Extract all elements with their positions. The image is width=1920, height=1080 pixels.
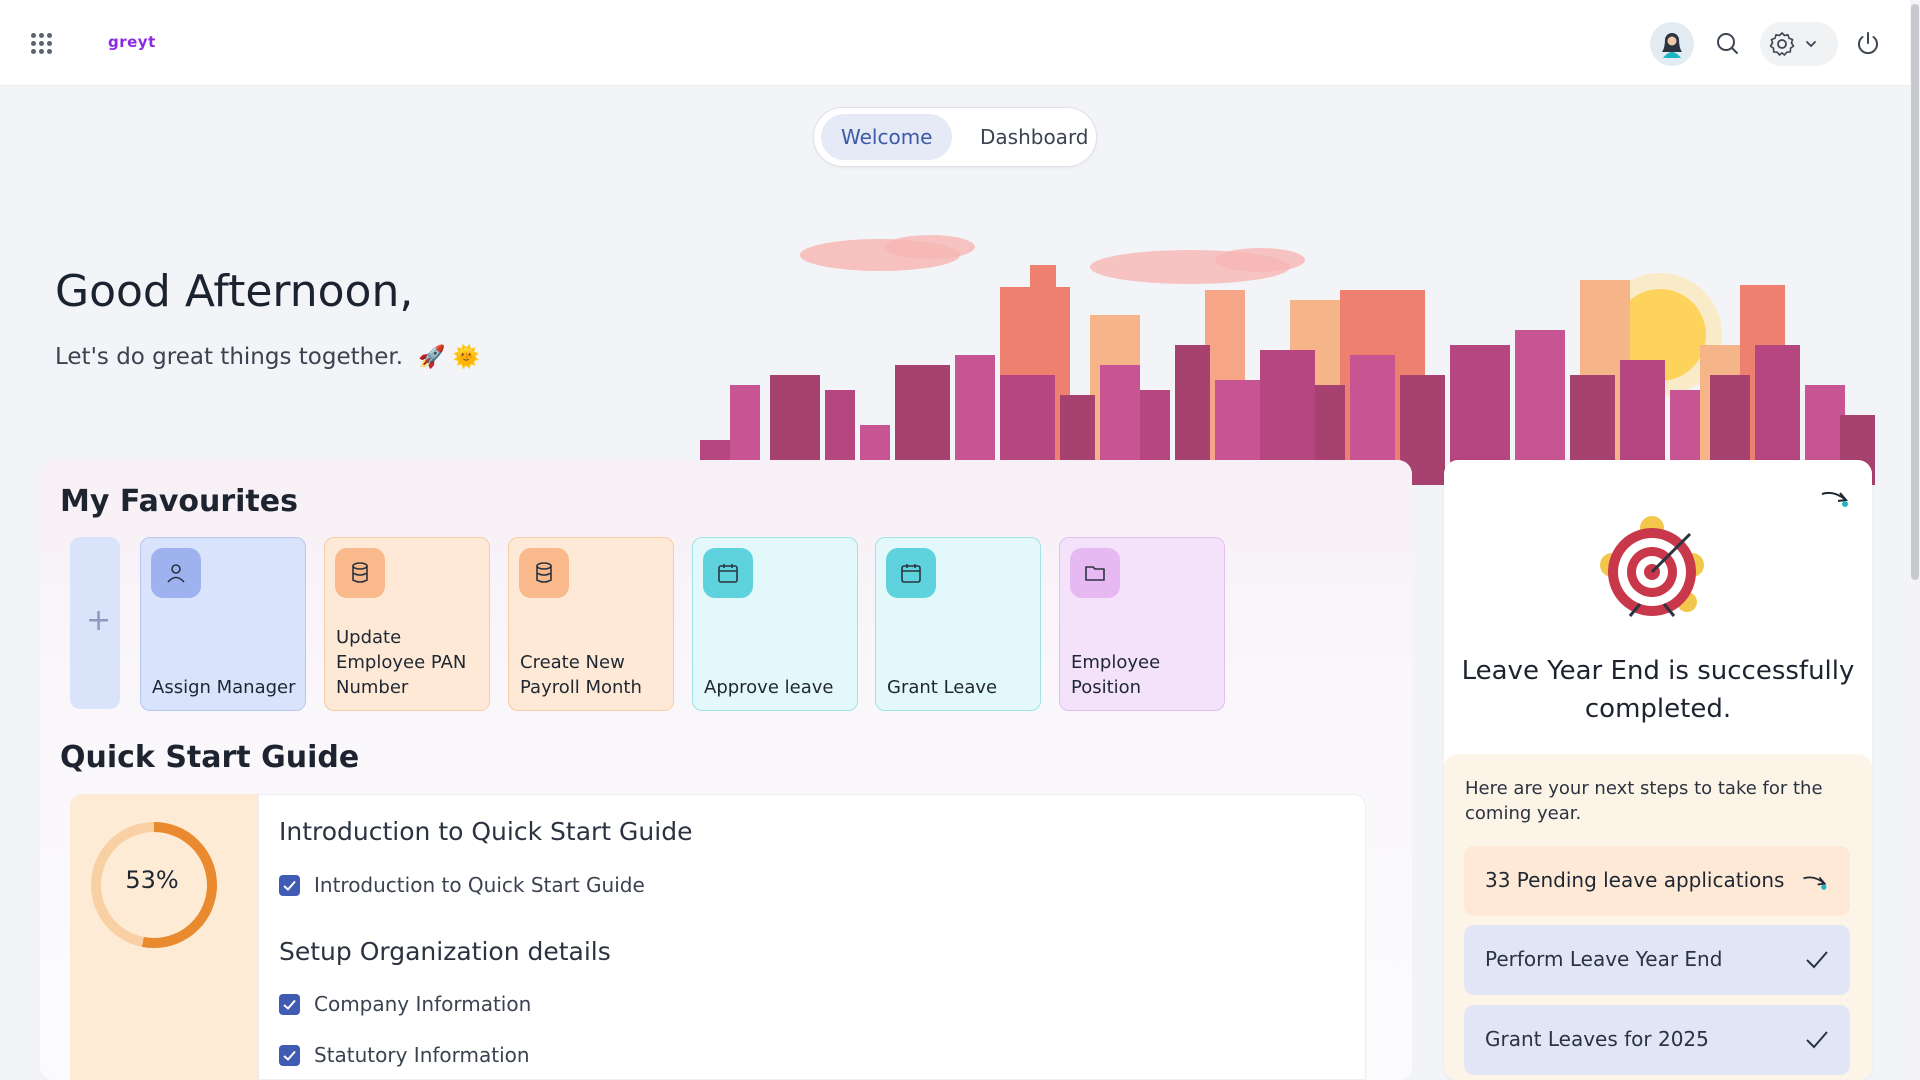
qs-checklist-item: Introduction to Quick Start Guide	[279, 873, 645, 897]
arrow-icon[interactable]	[1818, 484, 1852, 510]
folder-icon	[1070, 548, 1120, 598]
qs-item-label: Company Information	[314, 992, 532, 1016]
gear-icon	[1769, 32, 1795, 56]
calendar-icon	[703, 548, 753, 598]
step-label: Grant Leaves for 2025	[1485, 1027, 1709, 1051]
chevron-down-icon	[1806, 41, 1816, 48]
step-label: 33 Pending leave applications	[1485, 868, 1785, 892]
favourite-employee-position[interactable]: Employee Position	[1059, 537, 1225, 711]
step-label: Perform Leave Year End	[1485, 947, 1723, 971]
view-toggle: Welcome Dashboard	[813, 107, 1097, 167]
qs-section-heading: Setup Organization details	[279, 937, 611, 966]
next-steps-text: Here are your next steps to take for the…	[1465, 778, 1823, 824]
qs-checklist-item: Statutory Information	[279, 1043, 530, 1067]
checkbox-checked[interactable]	[279, 1045, 300, 1066]
step-grant-leaves[interactable]: Grant Leaves for 2025	[1464, 1005, 1850, 1075]
apps-grid-icon[interactable]	[28, 30, 54, 56]
logout-button[interactable]	[1846, 22, 1890, 66]
tab-dashboard[interactable]: Dashboard	[960, 114, 1109, 160]
database-icon	[519, 548, 569, 598]
checkbox-checked[interactable]	[279, 875, 300, 896]
leave-year-title: Leave Year End is successfully completed…	[1461, 656, 1855, 724]
favourite-approve-leave[interactable]: Approve leave	[692, 537, 858, 711]
check-icon	[1806, 1031, 1828, 1049]
favourite-update-pan[interactable]: Update Employee PAN Number	[324, 537, 490, 711]
quick-start-checklist: Introduction to Quick Start Guide Introd…	[258, 794, 1366, 1080]
favourites-title: My Favourites	[60, 484, 298, 519]
quick-start-title: Quick Start Guide	[60, 740, 360, 775]
favourite-create-payroll[interactable]: Create New Payroll Month	[508, 537, 674, 711]
tab-welcome[interactable]: Welcome	[821, 114, 953, 160]
power-icon	[1858, 32, 1878, 55]
favourite-grant-leave[interactable]: Grant Leave	[875, 537, 1041, 711]
qs-section-heading: Introduction to Quick Start Guide	[279, 817, 693, 846]
step-pending-leave-applications[interactable]: 33 Pending leave applications	[1464, 846, 1850, 916]
greeting-subtitle: Let's do great things together. 🚀 🌞	[55, 344, 480, 370]
greeting-title: Good Afternoon,	[55, 266, 414, 317]
favourite-label: Create New Payroll Month	[520, 652, 642, 698]
favourite-label: Employee Position	[1071, 652, 1161, 698]
favourite-assign-manager[interactable]: Assign Manager	[140, 537, 306, 711]
avatar[interactable]	[1650, 22, 1694, 66]
favourite-label: Grant Leave	[887, 677, 998, 698]
settings-dropdown[interactable]	[1760, 22, 1838, 66]
target-trophy-icon	[1600, 516, 1704, 617]
qs-item-label: Introduction to Quick Start Guide	[314, 873, 645, 897]
search-button[interactable]	[1706, 22, 1750, 66]
add-favourite-button[interactable]: +	[70, 537, 120, 709]
scrollbar-thumb[interactable]	[1911, 4, 1919, 580]
favourite-label: Assign Manager	[152, 677, 296, 698]
qs-item-label: Statutory Information	[314, 1043, 530, 1067]
user-icon	[151, 548, 201, 598]
favourite-label: Approve leave	[704, 677, 834, 698]
step-perform-leave-year-end[interactable]: Perform Leave Year End	[1464, 925, 1850, 995]
quick-start-progress: 53%	[70, 794, 258, 1080]
database-icon	[335, 548, 385, 598]
calendar-icon	[886, 548, 936, 598]
greeting-subtitle-text: Let's do great things together.	[55, 344, 403, 370]
city-skyline-illustration	[700, 235, 1875, 485]
top-navbar: greyt	[0, 0, 1910, 86]
plus-icon: +	[86, 603, 112, 638]
check-icon	[1806, 951, 1828, 969]
search-icon	[1717, 33, 1738, 54]
checkbox-checked[interactable]	[279, 994, 300, 1015]
favourite-label: Update Employee PAN Number	[336, 627, 467, 698]
qs-checklist-item: Company Information	[279, 992, 531, 1016]
progress-percent: 53%	[125, 866, 179, 894]
rocket-sun-emoji: 🚀 🌞	[418, 345, 481, 370]
arrow-icon	[1803, 876, 1827, 890]
app-logo[interactable]: greyt	[108, 33, 156, 51]
